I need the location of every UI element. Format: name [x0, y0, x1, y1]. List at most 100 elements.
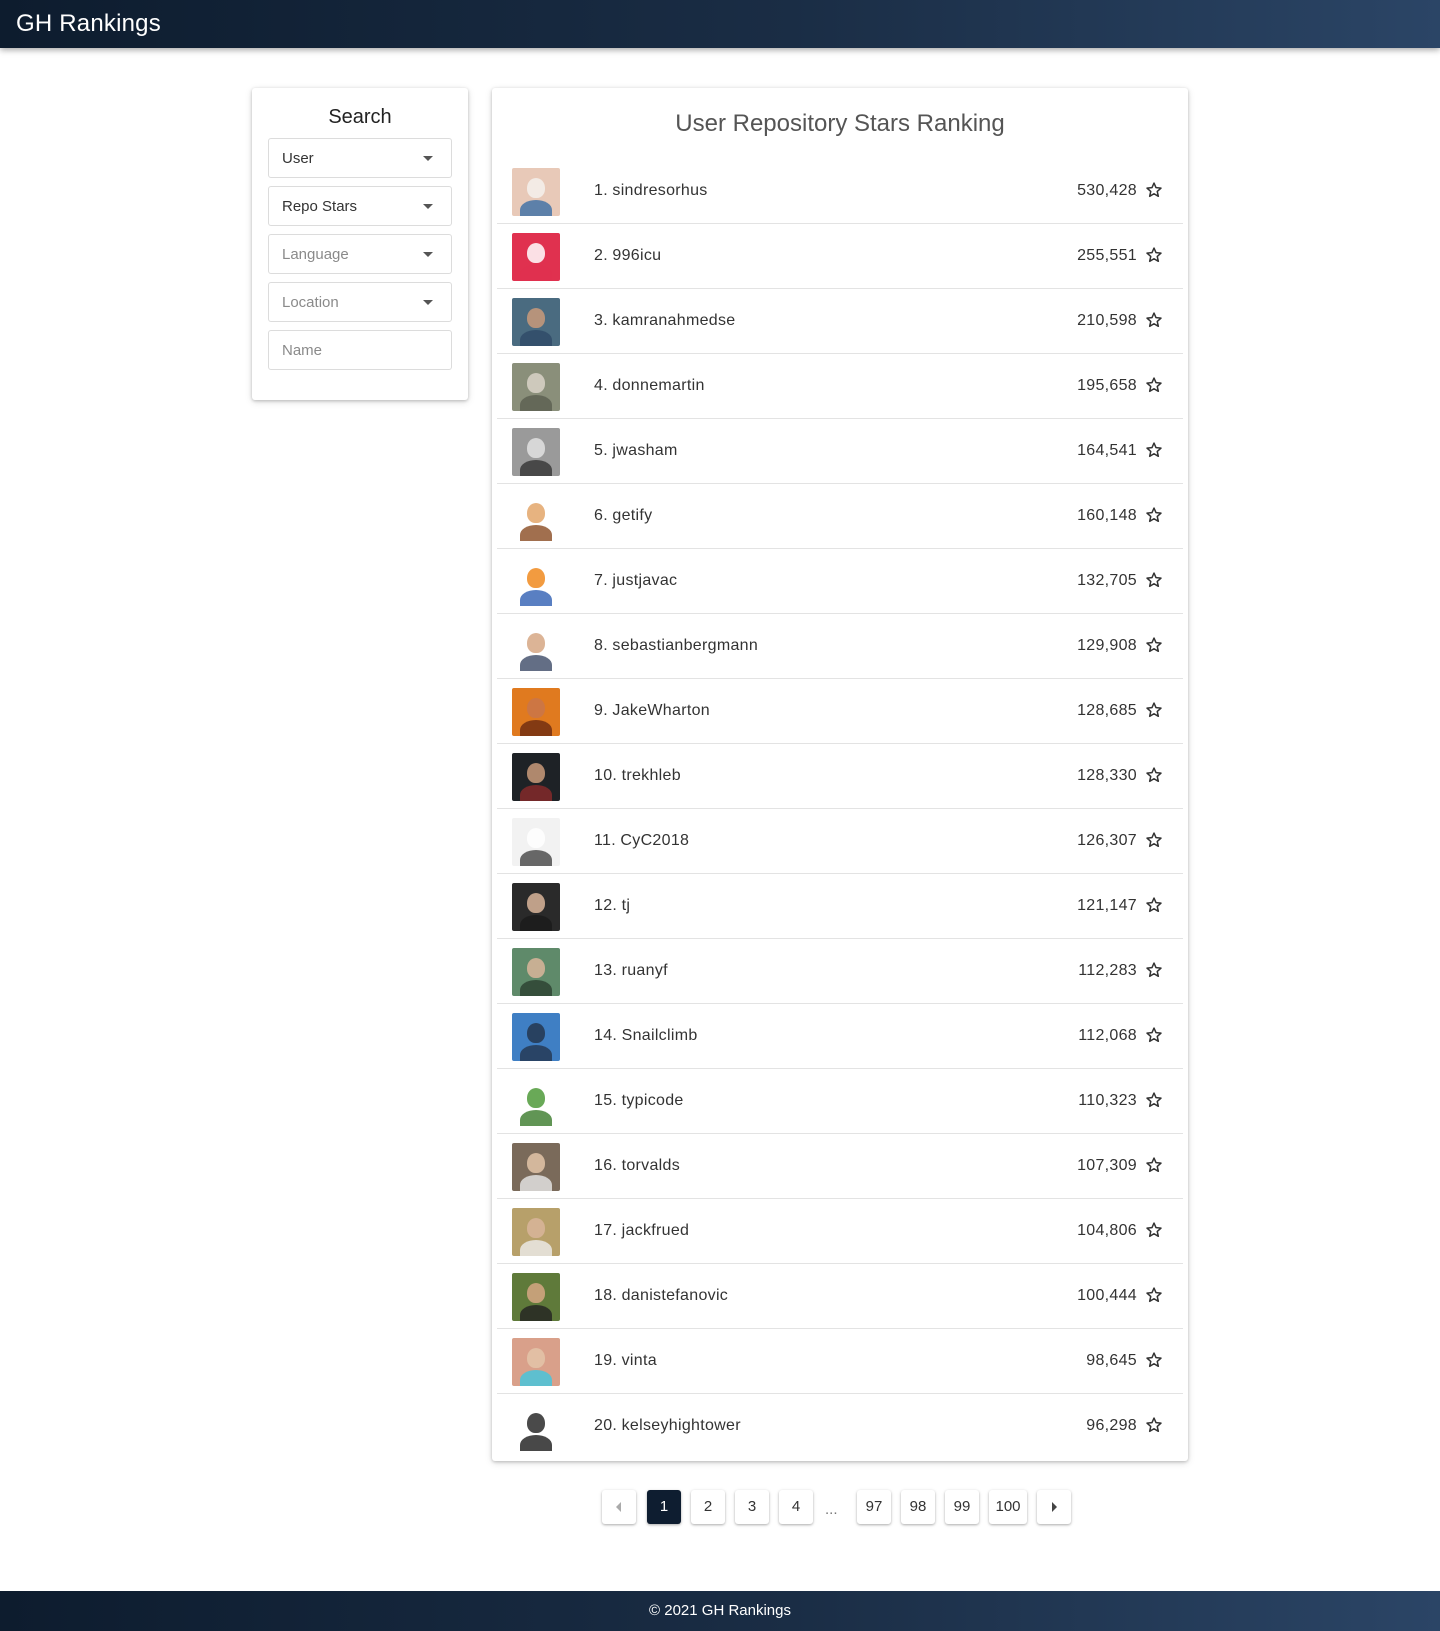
user-name-link[interactable]: trekhleb	[622, 767, 681, 784]
user-name-link[interactable]: ruanyf	[622, 962, 668, 979]
avatar[interactable]	[512, 558, 560, 606]
ranking-user[interactable]: 11. CyC2018	[594, 809, 689, 873]
ranking-user[interactable]: 12. tj	[594, 874, 630, 938]
ranking-row[interactable]: 12. tj 121,147	[497, 874, 1183, 939]
user-name-link[interactable]: 996icu	[612, 247, 661, 264]
star-count: 112,283	[1078, 962, 1137, 979]
avatar[interactable]	[512, 1273, 560, 1321]
ranking-user[interactable]: 7. justjavac	[594, 549, 677, 613]
prev-page-button[interactable]	[602, 1490, 636, 1524]
page-button[interactable]: 97	[857, 1490, 891, 1524]
avatar[interactable]	[512, 1403, 560, 1451]
avatar[interactable]	[512, 818, 560, 866]
avatar[interactable]	[512, 1013, 560, 1061]
ranking-row[interactable]: 5. jwasham 164,541	[497, 419, 1183, 484]
user-name-link[interactable]: Snailclimb	[622, 1027, 698, 1044]
ranking-user[interactable]: 3. kamranahmedse	[594, 289, 735, 353]
ranking-row[interactable]: 8. sebastianbergmann 129,908	[497, 614, 1183, 679]
avatar[interactable]	[512, 1208, 560, 1256]
user-name-link[interactable]: vinta	[622, 1352, 657, 1369]
ranking-row[interactable]: 13. ruanyf 112,283	[497, 939, 1183, 1004]
ranking-row[interactable]: 11. CyC2018 126,307	[497, 809, 1183, 874]
ranking-user[interactable]: 14. Snailclimb	[594, 1004, 698, 1068]
ranking-row[interactable]: 14. Snailclimb 112,068	[497, 1004, 1183, 1069]
language-select[interactable]: Language	[268, 234, 452, 274]
next-page-button[interactable]	[1037, 1490, 1071, 1524]
user-name-link[interactable]: jackfrued	[622, 1222, 690, 1239]
avatar[interactable]	[512, 883, 560, 931]
avatar[interactable]	[512, 363, 560, 411]
page-button[interactable]: 100	[989, 1490, 1027, 1524]
name-input[interactable]	[269, 331, 451, 369]
avatar[interactable]	[512, 168, 560, 216]
ranking-row[interactable]: 2. 996icu 255,551	[497, 224, 1183, 289]
ranking-user[interactable]: 8. sebastianbergmann	[594, 614, 758, 678]
ranking-user[interactable]: 19. vinta	[594, 1329, 657, 1393]
ranking-user[interactable]: 16. torvalds	[594, 1134, 680, 1198]
ranking-user[interactable]: 6. getify	[594, 484, 652, 548]
page-button[interactable]: 99	[945, 1490, 979, 1524]
user-name-link[interactable]: sindresorhus	[612, 182, 707, 199]
ranking-user[interactable]: 13. ruanyf	[594, 939, 668, 1003]
ranking-user[interactable]: 18. danistefanovic	[594, 1264, 728, 1328]
user-name-link[interactable]: kamranahmedse	[612, 312, 735, 329]
user-name-link[interactable]: JakeWharton	[612, 702, 710, 719]
type-select[interactable]: User	[268, 138, 452, 178]
avatar[interactable]	[512, 688, 560, 736]
ranking-user[interactable]: 10. trekhleb	[594, 744, 681, 808]
avatar[interactable]	[512, 623, 560, 671]
ranking-user[interactable]: 17. jackfrued	[594, 1199, 689, 1263]
rank-number: 7.	[594, 572, 608, 589]
user-name-link[interactable]: danistefanovic	[622, 1287, 729, 1304]
page-button[interactable]: 2	[691, 1490, 725, 1524]
user-name-link[interactable]: getify	[612, 507, 652, 524]
user-name-link[interactable]: donnemartin	[612, 377, 704, 394]
page-button[interactable]: 98	[901, 1490, 935, 1524]
ranking-row[interactable]: 20. kelseyhightower 96,298	[497, 1394, 1183, 1459]
user-name-link[interactable]: CyC2018	[620, 832, 689, 849]
ranking-row[interactable]: 7. justjavac 132,705	[497, 549, 1183, 614]
ranking-user[interactable]: 1. sindresorhus	[594, 159, 708, 223]
avatar[interactable]	[512, 298, 560, 346]
page-button[interactable]: 4	[779, 1490, 813, 1524]
ranking-user[interactable]: 5. jwasham	[594, 419, 678, 483]
user-name-link[interactable]: tj	[622, 897, 631, 914]
ranking-user[interactable]: 20. kelseyhightower	[594, 1394, 741, 1458]
name-field[interactable]	[268, 330, 452, 370]
ranking-user[interactable]: 9. JakeWharton	[594, 679, 710, 743]
ranking-user[interactable]: 2. 996icu	[594, 224, 661, 288]
ranking-row[interactable]: 3. kamranahmedse 210,598	[497, 289, 1183, 354]
ranking-row[interactable]: 10. trekhleb 128,330	[497, 744, 1183, 809]
ranking-row[interactable]: 6. getify 160,148	[497, 484, 1183, 549]
brand-title[interactable]: GH Rankings	[16, 0, 161, 48]
user-name-link[interactable]: jwasham	[612, 442, 677, 459]
ranking-row[interactable]: 1. sindresorhus 530,428	[497, 159, 1183, 224]
user-name-link[interactable]: justjavac	[612, 572, 677, 589]
location-select[interactable]: Location	[268, 282, 452, 322]
avatar[interactable]	[512, 233, 560, 281]
user-name-link[interactable]: typicode	[622, 1092, 684, 1109]
star-icon	[1145, 1091, 1163, 1109]
user-name-link[interactable]: kelseyhightower	[622, 1417, 741, 1434]
ranking-row[interactable]: 15. typicode 110,323	[497, 1069, 1183, 1134]
avatar[interactable]	[512, 1143, 560, 1191]
page-button[interactable]: 3	[735, 1490, 769, 1524]
avatar[interactable]	[512, 428, 560, 476]
avatar[interactable]	[512, 948, 560, 996]
avatar[interactable]	[512, 1338, 560, 1386]
page-button[interactable]: 1	[647, 1490, 681, 1524]
ranking-row[interactable]: 9. JakeWharton 128,685	[497, 679, 1183, 744]
user-name-link[interactable]: sebastianbergmann	[612, 637, 758, 654]
user-name-link[interactable]: torvalds	[622, 1157, 680, 1174]
avatar[interactable]	[512, 753, 560, 801]
avatar[interactable]	[512, 493, 560, 541]
ranking-row[interactable]: 18. danistefanovic 100,444	[497, 1264, 1183, 1329]
ranking-user[interactable]: 4. donnemartin	[594, 354, 705, 418]
ranking-row[interactable]: 4. donnemartin 195,658	[497, 354, 1183, 419]
ranking-user[interactable]: 15. typicode	[594, 1069, 684, 1133]
sort-select[interactable]: Repo Stars	[268, 186, 452, 226]
avatar[interactable]	[512, 1078, 560, 1126]
ranking-row[interactable]: 17. jackfrued 104,806	[497, 1199, 1183, 1264]
ranking-row[interactable]: 16. torvalds 107,309	[497, 1134, 1183, 1199]
ranking-row[interactable]: 19. vinta 98,645	[497, 1329, 1183, 1394]
